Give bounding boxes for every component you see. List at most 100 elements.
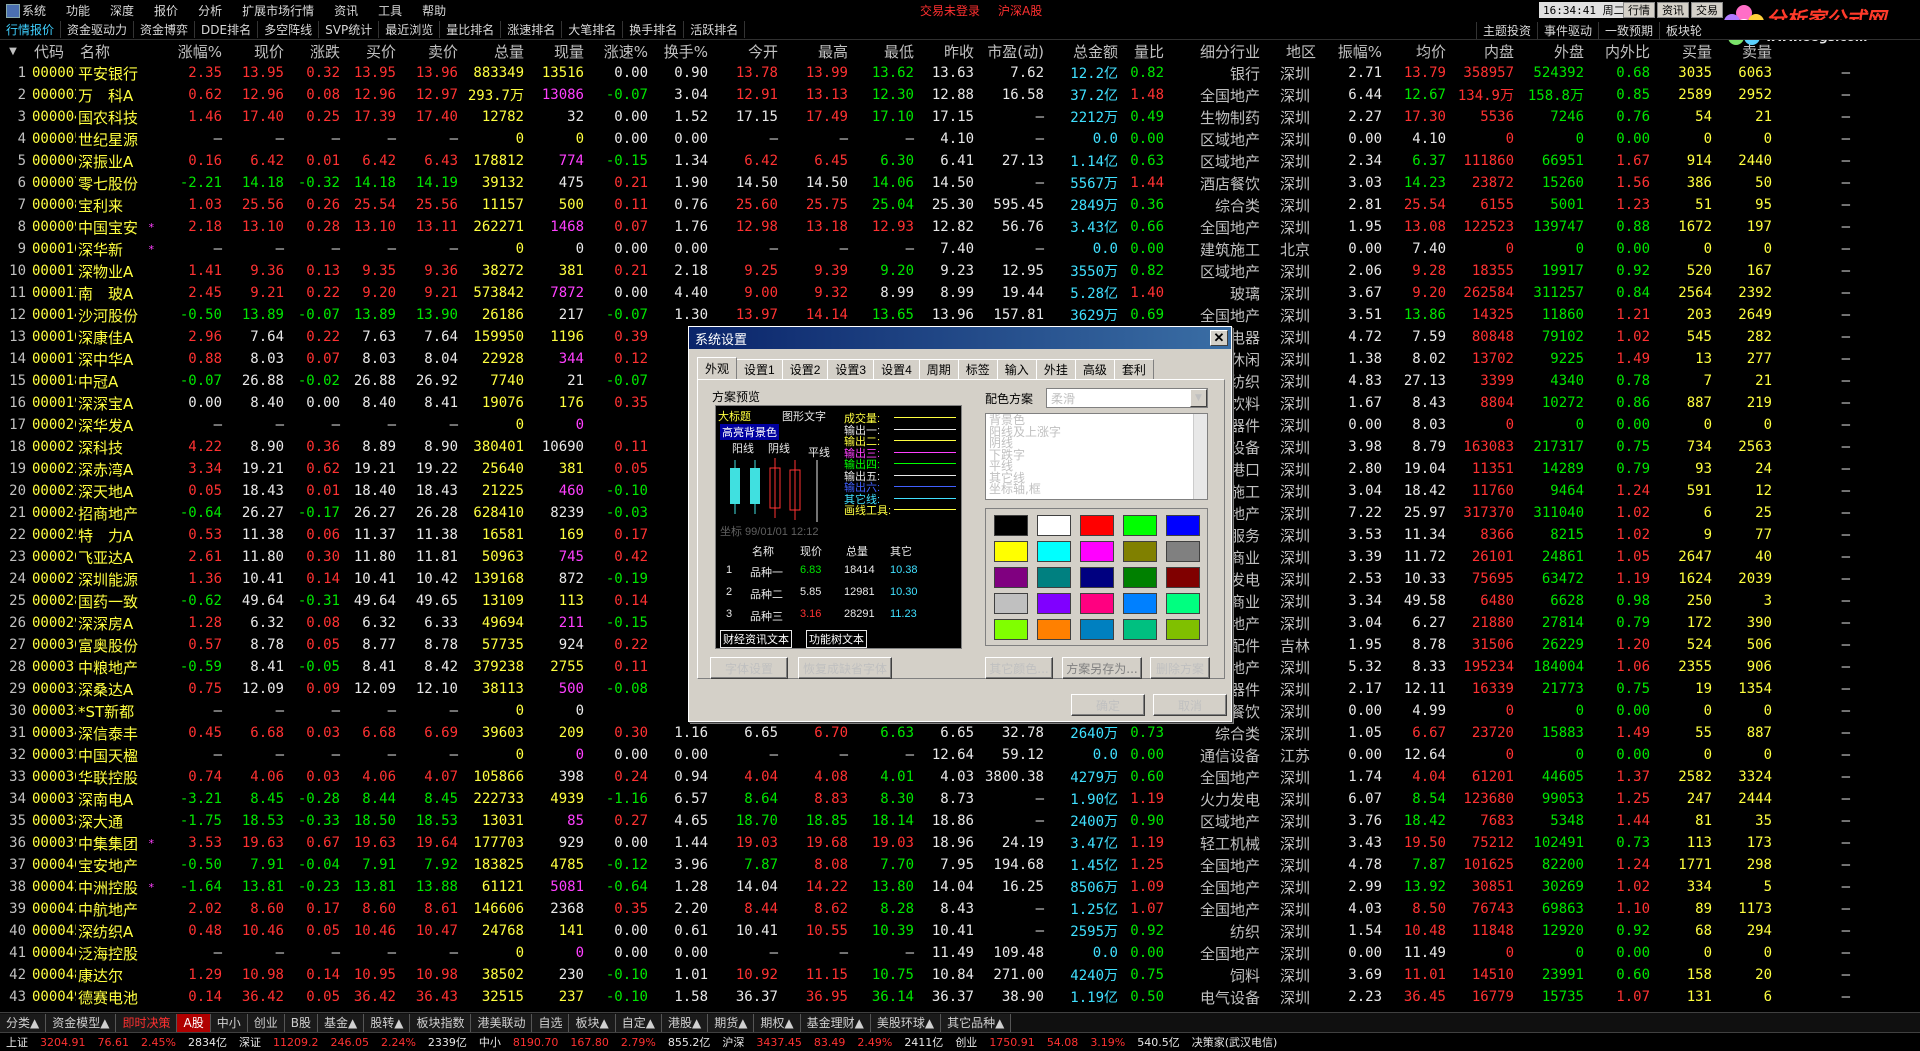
col-header-2[interactable]: 名称 [76, 40, 148, 62]
dialog-tab-6[interactable]: 标签 [957, 359, 998, 379]
right-tab-0[interactable]: 主题投资 [1475, 21, 1537, 39]
col-header-1[interactable]: 代码 [30, 40, 76, 62]
color-swatch-8[interactable] [1123, 541, 1157, 562]
col-header-19[interactable]: 量比 [1122, 40, 1168, 62]
col-header-15[interactable]: 最低 [852, 40, 918, 62]
color-swatch-24[interactable] [1166, 619, 1200, 640]
col-header-10[interactable]: 现量 [528, 40, 588, 62]
table-row[interactable]: 43 000049德赛电池 0.14 36.42 0.05 36.42 36.43 32515… [0, 986, 1854, 1008]
cancel-button[interactable]: 取消 [1153, 694, 1227, 716]
dialog-titlebar[interactable]: 系统设置 ✕ [689, 327, 1231, 349]
color-swatch-22[interactable] [1080, 619, 1114, 640]
color-item-list[interactable]: 背景色 阳线及上涨字 阴线 下跌字 平线 其它线 坐标轴,框 [985, 413, 1208, 500]
sort-chevron-icon[interactable]: ▼ [0, 40, 30, 62]
chevron-down-icon[interactable]: ▼ [1190, 389, 1207, 407]
color-swatch-10[interactable] [994, 567, 1028, 588]
tab-8[interactable]: 涨速排名 [501, 21, 563, 38]
table-row[interactable]: 31 000034深信泰丰 0.45 6.68 0.03 6.68 6.69 39603 209… [0, 722, 1854, 744]
color-swatch-17[interactable] [1080, 593, 1114, 614]
tab-5[interactable]: SVP统计 [319, 21, 380, 38]
table-row[interactable]: 11 000012南 玻A 2.45 9.21 0.22 9.20 9.21 573842 78… [0, 282, 1854, 304]
right-tab-3[interactable]: 板块轮 [1658, 21, 1708, 39]
dialog-tab-3[interactable]: 设置3 [827, 359, 875, 379]
menu-item-6[interactable]: 资讯 [324, 2, 368, 19]
tab-2[interactable]: 资金博弈 [134, 21, 196, 38]
col-header-26[interactable]: 内外比 [1588, 40, 1654, 62]
tab-9[interactable]: 大笔排名 [562, 21, 624, 38]
list-scrollbar[interactable] [1193, 414, 1207, 499]
menu-item-4[interactable]: 分析 [188, 2, 232, 19]
dialog-tab-9[interactable]: 高级 [1074, 359, 1115, 379]
table-row[interactable]: 36 000039中集集团 * 3.53 19.63 0.67 19.63 19.64 1777… [0, 832, 1854, 854]
market-tab-8[interactable]: 股转▲ [364, 1013, 411, 1032]
color-swatch-16[interactable] [1037, 593, 1071, 614]
market-tab-1[interactable]: 资金模型▲ [46, 1013, 117, 1032]
dialog-tab-7[interactable]: 输入 [996, 359, 1037, 379]
tab-7[interactable]: 量比排名 [440, 21, 502, 38]
col-header-17[interactable]: 市盈(动) [978, 40, 1048, 62]
col-header-21[interactable]: 地区 [1264, 40, 1320, 62]
dialog-tab-5[interactable]: 周期 [918, 359, 959, 379]
menu-item-0[interactable]: 系统 [0, 2, 56, 19]
col-header-13[interactable]: 今开 [712, 40, 782, 62]
dialog-tab-2[interactable]: 设置2 [781, 359, 829, 379]
col-header-18[interactable]: 总金额 [1048, 40, 1122, 62]
table-row[interactable]: 10 000011深物业A 1.41 9.36 0.13 9.35 9.36 38272 381… [0, 260, 1854, 282]
col-header-22[interactable]: 振幅% [1320, 40, 1386, 62]
color-swatch-21[interactable] [1037, 619, 1071, 640]
col-header-7[interactable]: 买价 [344, 40, 400, 62]
table-row[interactable]: 12 000014沙河股份 -0.50 13.89 -0.07 13.89 13.90 261… [0, 304, 1854, 326]
col-header-27[interactable]: 买量 [1654, 40, 1716, 62]
market-tab-13[interactable]: 自定▲ [615, 1013, 662, 1032]
col-header-29[interactable] [1776, 40, 1854, 62]
market-tab-14[interactable]: 港股▲ [661, 1013, 709, 1032]
table-row[interactable]: 2 000002万 科A 0.62 12.96 0.08 12.96 12.97 293.7万… [0, 84, 1854, 106]
table-row[interactable]: 4 000005世纪星源 – – – – – 0 0 0.00 0.00 – – – 4.10 – 0.0 0.0… [0, 128, 1854, 150]
quote-button[interactable]: 行情 [1623, 2, 1655, 18]
market-tab-11[interactable]: 自选 [532, 1013, 570, 1032]
dialog-tab-0[interactable]: 外观 [697, 357, 738, 379]
col-header-24[interactable]: 内盘 [1450, 40, 1518, 62]
market-tab-6[interactable]: B股 [284, 1013, 318, 1032]
table-row[interactable]: 1 000001平安银行 2.35 13.95 0.32 13.95 13.96 883349… [0, 62, 1854, 84]
tab-0[interactable]: 行情报价 [0, 21, 62, 38]
market-tab-2[interactable]: 即时决策 [116, 1013, 178, 1032]
restore-default-font-button[interactable]: 恢复成缺省字体 [798, 657, 892, 679]
col-header-20[interactable]: 细分行业 [1168, 40, 1264, 62]
color-swatch-19[interactable] [1166, 593, 1200, 614]
market-tab-9[interactable]: 板块指数 [410, 1013, 472, 1032]
color-swatch-18[interactable] [1123, 593, 1157, 614]
market-tab-0[interactable]: 分类▲ [0, 1013, 47, 1032]
color-swatch-12[interactable] [1080, 567, 1114, 588]
menu-item-7[interactable]: 工具 [368, 2, 412, 19]
col-header-5[interactable]: 现价 [226, 40, 288, 62]
color-item-6[interactable]: 坐标轴,框 [986, 483, 1207, 496]
menu-item-1[interactable]: 功能 [56, 2, 100, 19]
table-row[interactable]: 7 000008宝利来 1.03 25.56 0.26 25.54 25.56 11157 50… [0, 194, 1854, 216]
table-row[interactable]: 5 000006深振业A 0.16 6.42 0.01 6.42 6.43 178812 774… [0, 150, 1854, 172]
trade-button[interactable]: 交易 [1691, 2, 1723, 18]
color-swatch-14[interactable] [1166, 567, 1200, 588]
dialog-tab-8[interactable]: 外挂 [1035, 359, 1076, 379]
col-header-6[interactable]: 涨跌 [288, 40, 344, 62]
col-header-16[interactable]: 昨收 [918, 40, 978, 62]
color-swatch-15[interactable] [994, 593, 1028, 614]
market-tab-3[interactable]: A股 [177, 1013, 211, 1032]
market-tab-7[interactable]: 基金▲ [317, 1013, 365, 1032]
table-row[interactable]: 41000046泛海控股–––––000.000.00–––11.49109.4… [0, 942, 1854, 964]
trade-login-status[interactable]: 交易未登录 [920, 2, 980, 19]
color-swatch-0[interactable] [994, 515, 1028, 536]
market-tab-19[interactable]: 其它品种▲ [941, 1013, 1012, 1032]
table-row[interactable]: 6 000007零七股份 -2.21 14.18 -0.32 14.18 14.19 3913… [0, 172, 1854, 194]
color-swatch-9[interactable] [1166, 541, 1200, 562]
color-swatch-13[interactable] [1123, 567, 1157, 588]
market-tab-5[interactable]: 创业 [247, 1013, 285, 1032]
table-row[interactable]: 34 000037深南电A -3.21 8.45 -0.28 8.44 8.45 222733… [0, 788, 1854, 810]
color-swatch-11[interactable] [1037, 567, 1071, 588]
menu-item-8[interactable]: 帮助 [412, 2, 456, 19]
col-header-12[interactable]: 换手% [652, 40, 712, 62]
save-scheme-as-button[interactable]: 方案另存为... [1062, 657, 1142, 679]
col-header-11[interactable]: 涨速% [588, 40, 652, 62]
market-tab-12[interactable]: 板块▲ [569, 1013, 616, 1032]
dialog-tab-10[interactable]: 套利 [1113, 359, 1154, 379]
